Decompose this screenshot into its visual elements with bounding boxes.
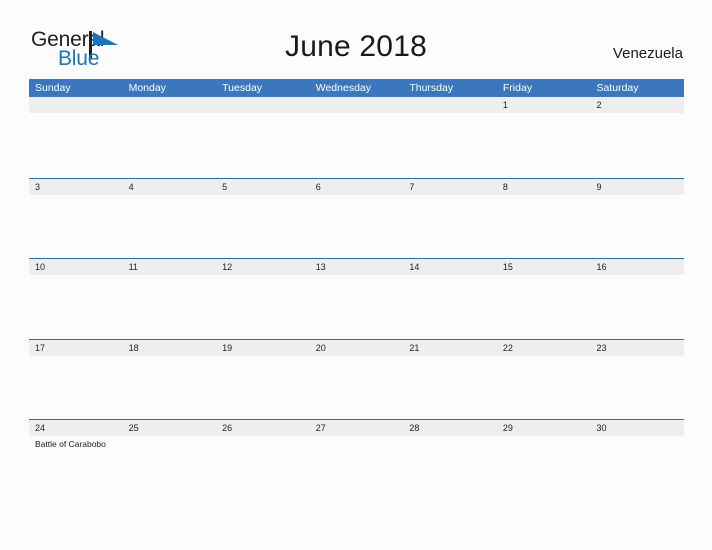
calendar-week-row: 3456789 xyxy=(29,177,684,259)
day-cell-5[interactable]: 5 xyxy=(216,179,310,195)
event-cell-empty xyxy=(590,356,684,359)
day-cell-28[interactable]: 28 xyxy=(403,420,497,436)
day-event-strip xyxy=(29,195,684,198)
day-event-strip xyxy=(29,113,684,116)
day-cell-30[interactable]: 30 xyxy=(590,420,684,436)
day-cell-4[interactable]: 4 xyxy=(123,179,217,195)
event-cell-empty xyxy=(216,436,310,450)
day-cell-1[interactable]: 1 xyxy=(497,97,591,113)
event-cell-empty xyxy=(590,436,684,450)
event-cell-empty xyxy=(29,275,123,278)
day-cell-29[interactable]: 29 xyxy=(497,420,591,436)
day-cell-22[interactable]: 22 xyxy=(497,340,591,356)
day-cell-16[interactable]: 16 xyxy=(590,259,684,275)
weekday-header-saturday: Saturday xyxy=(596,82,639,94)
event-cell-empty xyxy=(403,195,497,198)
event-cell-empty xyxy=(123,436,217,450)
day-cell-26[interactable]: 26 xyxy=(216,420,310,436)
day-event-strip: Battle of Carabobo xyxy=(29,436,684,450)
day-cell-3[interactable]: 3 xyxy=(29,179,123,195)
event-cell-empty xyxy=(497,356,591,359)
day-cell-empty xyxy=(310,97,404,113)
day-cell-12[interactable]: 12 xyxy=(216,259,310,275)
day-number-strip: 10 11 12 13 14 15 16 xyxy=(29,259,684,275)
weekday-header-row: Sunday Monday Tuesday Wednesday Thursday Frid… xyxy=(29,79,684,97)
event-cell-empty xyxy=(590,275,684,278)
calendar-week-row: 10 11 12 13 14 15 16 xyxy=(29,258,684,339)
calendar-week-row: 17 18 19 20 21 22 23 xyxy=(29,338,684,420)
day-cell-empty xyxy=(123,97,217,113)
weekday-header-sunday: Sunday xyxy=(35,82,71,94)
day-cell-25[interactable]: 25 xyxy=(123,420,217,436)
event-cell-empty xyxy=(29,113,123,116)
event-cell-empty xyxy=(310,436,404,450)
day-cell-15[interactable]: 15 xyxy=(497,259,591,275)
day-cell-14[interactable]: 14 xyxy=(403,259,497,275)
event-cell-empty xyxy=(310,195,404,198)
day-number-strip: 17 18 19 20 21 22 23 xyxy=(29,339,684,356)
day-cell-18[interactable]: 18 xyxy=(123,340,217,356)
day-cell-21[interactable]: 21 xyxy=(403,340,497,356)
weekday-header-tuesday: Tuesday xyxy=(222,82,263,94)
calendar-week-row: 12 xyxy=(29,97,684,178)
day-cell-27[interactable]: 27 xyxy=(310,420,404,436)
calendar-page: General Blue June 2018 Venezuela Sunday M… xyxy=(0,0,712,550)
calendar-grid: Sunday Monday Tuesday Wednesday Thursday Frid… xyxy=(29,79,684,500)
page-header: General Blue June 2018 Venezuela xyxy=(0,0,712,76)
event-cell-empty xyxy=(29,356,123,359)
day-cell-10[interactable]: 10 xyxy=(29,259,123,275)
event-cell-empty xyxy=(216,195,310,198)
day-cell-empty xyxy=(29,97,123,113)
calendar-week-row: 24 25 26 27 28 29 30 Battle of Carabobo xyxy=(29,419,684,500)
day-cell-13[interactable]: 13 xyxy=(310,259,404,275)
event-cell-empty xyxy=(497,436,591,450)
day-cell-11[interactable]: 11 xyxy=(123,259,217,275)
weekday-header-thursday: Thursday xyxy=(409,82,454,94)
day-event-strip xyxy=(29,275,684,278)
event-cell-empty xyxy=(590,195,684,198)
day-cell-9[interactable]: 9 xyxy=(590,179,684,195)
event-cell-empty xyxy=(310,113,404,116)
day-number-strip: 24 25 26 27 28 29 30 xyxy=(29,420,684,436)
event-cell-empty xyxy=(29,195,123,198)
event-cell-empty xyxy=(310,275,404,278)
day-cell-empty xyxy=(216,97,310,113)
weekday-header-monday: Monday xyxy=(128,82,166,94)
day-cell-19[interactable]: 19 xyxy=(216,340,310,356)
event-cell-empty xyxy=(123,356,217,359)
event-cell-empty xyxy=(216,113,310,116)
day-cell-7[interactable]: 7 xyxy=(403,179,497,195)
day-cell-6[interactable]: 6 xyxy=(310,179,404,195)
day-cell-20[interactable]: 20 xyxy=(310,340,404,356)
event-cell-empty xyxy=(123,195,217,198)
event-cell-empty xyxy=(497,113,591,116)
event-cell-empty xyxy=(123,275,217,278)
event-cell-empty xyxy=(216,275,310,278)
event-cell-empty xyxy=(497,195,591,198)
day-cell-23[interactable]: 23 xyxy=(590,340,684,356)
event-cell-empty xyxy=(590,113,684,116)
day-cell-8[interactable]: 8 xyxy=(497,179,591,195)
day-event-strip xyxy=(29,356,684,359)
day-cell-24[interactable]: 24 xyxy=(29,420,123,436)
country-label: Venezuela xyxy=(612,45,683,62)
page-title: June 2018 xyxy=(285,30,427,63)
event-cell-empty xyxy=(497,275,591,278)
event-cell-empty xyxy=(403,356,497,359)
weekday-header-wednesday: Wednesday xyxy=(315,82,371,94)
day-cell-17[interactable]: 17 xyxy=(29,340,123,356)
day-number-strip: 12 xyxy=(29,97,684,113)
event-cell-empty xyxy=(403,275,497,278)
event-cell-empty xyxy=(123,113,217,116)
event-cell-empty xyxy=(403,436,497,450)
day-number-strip: 3456789 xyxy=(29,178,684,195)
event-cell-empty xyxy=(403,113,497,116)
weekday-header-friday: Friday xyxy=(502,82,533,94)
day-cell-2[interactable]: 2 xyxy=(590,97,684,113)
calendar-weeks: 1 2 3 4 5 6 7 8 9 10 11 12 13 14 15 16 17 18 19 20 21 22 23 24 2… xyxy=(29,97,684,500)
holiday-label: Battle of Carabobo xyxy=(35,439,106,449)
day-cell-empty xyxy=(403,97,497,113)
event-cell-empty xyxy=(310,356,404,359)
event-cell-empty xyxy=(216,356,310,359)
